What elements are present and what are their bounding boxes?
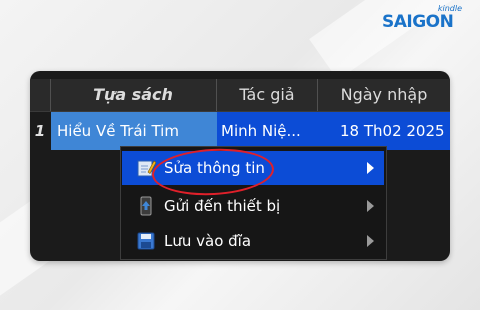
logo-subtext: kindle — [437, 4, 462, 13]
submenu-arrow-icon — [367, 235, 374, 247]
column-header-date[interactable]: Ngày nhập — [318, 79, 450, 111]
cell-date[interactable]: 18 Th02 2025 — [318, 112, 450, 150]
submenu-arrow-icon — [367, 200, 374, 212]
submenu-arrow-icon — [367, 162, 374, 174]
column-header-author[interactable]: Tác giả — [217, 79, 318, 111]
menu-item-label: Lưu vào đĩa — [164, 232, 252, 250]
menu-item-send-to-device[interactable]: Gửi đến thiết bị — [122, 189, 384, 223]
cell-title[interactable]: Hiểu Về Trái Tim — [51, 112, 217, 150]
cell-author[interactable]: Minh Niệ... — [217, 112, 318, 150]
column-header-title[interactable]: Tựa sách — [50, 79, 217, 111]
table-header: Tựa sách Tác giả Ngày nhập — [30, 79, 450, 112]
logo-text: SAIGON — [382, 12, 454, 32]
row-number: 1 — [30, 112, 50, 150]
send-device-icon — [136, 196, 156, 216]
table-row[interactable]: 1 Hiểu Về Trái Tim Minh Niệ... 18 Th02 2… — [30, 112, 450, 150]
row-number-header — [30, 79, 51, 111]
menu-item-save-to-disk[interactable]: Lưu vào đĩa — [122, 224, 384, 258]
saigon-kindle-logo: SAIGON kindle — [382, 4, 462, 36]
save-disk-icon — [136, 231, 156, 251]
